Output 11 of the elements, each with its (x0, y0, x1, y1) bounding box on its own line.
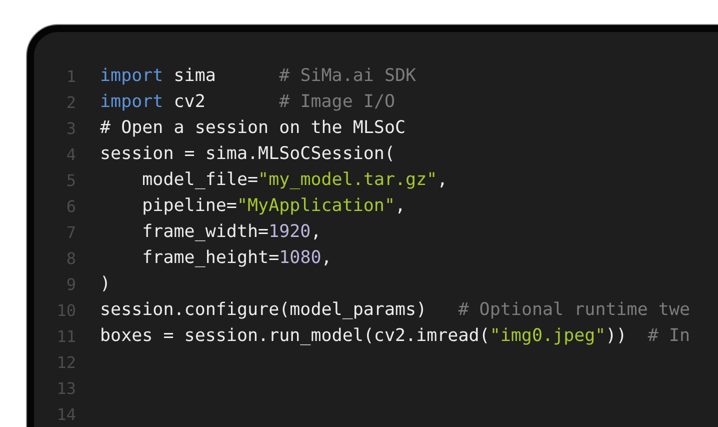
code-line: import sima # SiMa.ai SDK (100, 66, 416, 86)
code-line: frame_height=1080, (141, 248, 332, 268)
code-line: ) (100, 274, 111, 294)
code-line: session = sima.MLSoCSession( (100, 144, 396, 164)
code-line: # Open a session on the MLSoC (100, 118, 406, 138)
code-line: frame_width=1920, (141, 222, 322, 242)
code-line: import cv2 # Image I/O (100, 92, 396, 112)
code-line: session.configure(model_params) # Optional runtime twe (100, 300, 690, 320)
code-line: pipeline="MyApplication", (141, 196, 406, 216)
code-line: model_file="my_model.tar.gz", (141, 170, 448, 190)
code-line: boxes = session.run_model(cv2.imread("img0.jpeg")) # In (100, 326, 690, 346)
